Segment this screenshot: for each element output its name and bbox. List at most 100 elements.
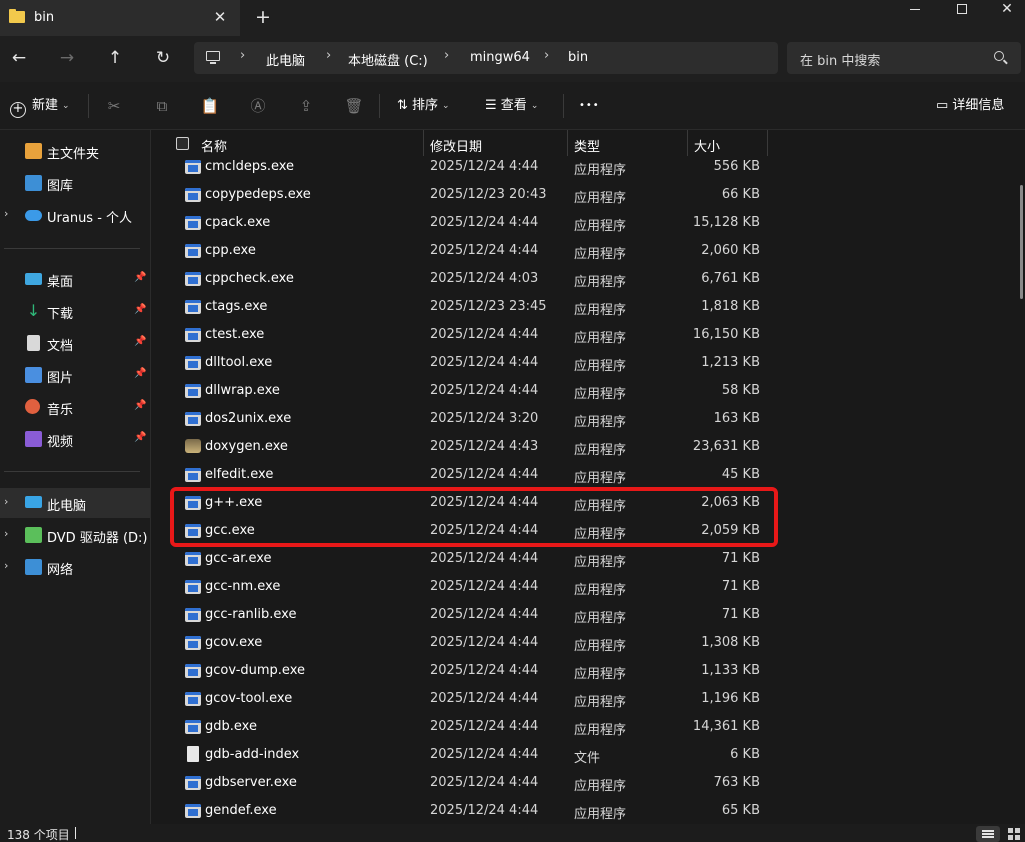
file-date: 2025/12/24 4:44 xyxy=(430,635,539,650)
column-header-date[interactable]: 修改日期 xyxy=(430,136,482,155)
maximize-button[interactable] xyxy=(939,0,985,28)
file-row[interactable]: doxygen.exe 2025/12/24 4:43 应用程序 23,631 KB xyxy=(152,434,1025,462)
select-all-checkbox[interactable] xyxy=(176,137,189,150)
file-date: 2025/12/24 4:03 xyxy=(430,271,539,286)
file-name: cpack.exe xyxy=(205,215,271,230)
sidebar-item-videos[interactable]: 视频 📌 xyxy=(0,424,150,454)
paste-icon[interactable]: 📋 xyxy=(200,96,220,116)
pin-icon[interactable]: 📌 xyxy=(134,336,146,347)
file-name: doxygen.exe xyxy=(205,439,288,454)
view-button[interactable]: ☰ 查看 ⌄ xyxy=(485,94,538,118)
copy-icon[interactable]: ⧉ xyxy=(152,96,172,116)
cut-icon[interactable]: ✂ xyxy=(104,96,124,116)
file-row[interactable]: dos2unix.exe 2025/12/24 3:20 应用程序 163 KB xyxy=(152,406,1025,434)
chevron-right-icon[interactable]: › xyxy=(544,48,549,63)
sort-button[interactable]: ⇅ 排序 ⌄ xyxy=(397,94,450,118)
file-row[interactable]: dlltool.exe 2025/12/24 4:44 应用程序 1,213 KB xyxy=(152,350,1025,378)
file-row[interactable]: gcc-nm.exe 2025/12/24 4:44 应用程序 71 KB xyxy=(152,574,1025,602)
close-tab-icon[interactable]: ✕ xyxy=(211,6,229,28)
file-row[interactable]: gcc-ranlib.exe 2025/12/24 4:44 应用程序 71 KB xyxy=(152,602,1025,630)
pin-icon[interactable]: 📌 xyxy=(134,432,146,443)
sidebar-item-documents[interactable]: 文档 📌 xyxy=(0,328,150,358)
minimize-button[interactable] xyxy=(892,0,938,28)
chevron-right-icon[interactable]: › xyxy=(240,48,245,63)
sidebar-item-label: 桌面 xyxy=(47,275,74,290)
file-name: ctest.exe xyxy=(205,327,265,342)
forward-button[interactable]: → xyxy=(54,46,80,70)
chevron-right-icon[interactable]: › xyxy=(444,48,449,63)
chevron-right-icon[interactable]: › xyxy=(4,559,8,572)
file-row[interactable]: ctest.exe 2025/12/24 4:44 应用程序 16,150 KB xyxy=(152,322,1025,350)
details-pane-button[interactable]: ▭ 详细信息 xyxy=(936,94,1004,118)
file-row[interactable]: gcc-ar.exe 2025/12/24 4:44 应用程序 71 KB xyxy=(152,546,1025,574)
column-divider[interactable] xyxy=(567,130,568,156)
file-row[interactable]: cppcheck.exe 2025/12/24 4:03 应用程序 6,761 KB xyxy=(152,266,1025,294)
pin-icon[interactable]: 📌 xyxy=(134,368,146,379)
file-row[interactable]: copypedeps.exe 2025/12/23 20:43 应用程序 66 KB xyxy=(152,182,1025,210)
file-row[interactable]: gcov-tool.exe 2025/12/24 4:44 应用程序 1,196 KB xyxy=(152,686,1025,714)
sidebar-item-network[interactable]: › 网络 xyxy=(0,552,150,582)
file-row[interactable]: gdb-add-index 2025/12/24 4:44 文件 6 KB xyxy=(152,742,1025,770)
application-icon xyxy=(185,188,201,202)
details-view-button[interactable] xyxy=(976,826,1000,842)
chevron-right-icon[interactable]: › xyxy=(4,495,8,508)
file-row[interactable]: dllwrap.exe 2025/12/24 4:44 应用程序 58 KB xyxy=(152,378,1025,406)
chevron-right-icon[interactable]: › xyxy=(326,48,331,63)
new-button[interactable]: + 新建 ⌄ xyxy=(10,94,70,118)
new-tab-button[interactable]: + xyxy=(254,6,272,28)
address-bar[interactable]: › 此电脑 › 本地磁盘 (C:) › mingw64 › bin xyxy=(194,42,778,74)
vertical-scrollbar[interactable] xyxy=(1020,185,1023,299)
file-row[interactable]: cpack.exe 2025/12/24 4:44 应用程序 15,128 KB xyxy=(152,210,1025,238)
file-row[interactable]: gdbserver.exe 2025/12/24 4:44 应用程序 763 KB xyxy=(152,770,1025,798)
sidebar-item-downloads[interactable]: ↓ 下载 📌 xyxy=(0,296,150,326)
column-header-size[interactable]: 大小 xyxy=(694,136,720,155)
chevron-right-icon[interactable]: › xyxy=(4,207,8,220)
column-divider[interactable] xyxy=(687,130,688,156)
sidebar-item-home[interactable]: 主文件夹 xyxy=(0,136,150,166)
close-window-button[interactable]: ✕ xyxy=(984,0,1025,28)
breadcrumb-bin[interactable]: bin xyxy=(568,50,588,65)
breadcrumb-this-pc[interactable]: 此电脑 xyxy=(266,50,305,69)
file-row[interactable]: gcov-dump.exe 2025/12/24 4:44 应用程序 1,133 KB xyxy=(152,658,1025,686)
column-divider[interactable] xyxy=(423,130,424,156)
tiles-view-button[interactable] xyxy=(1007,827,1021,841)
file-row[interactable]: elfedit.exe 2025/12/24 4:44 应用程序 45 KB xyxy=(152,462,1025,490)
file-row[interactable]: gendef.exe 2025/12/24 4:44 应用程序 65 KB xyxy=(152,798,1025,824)
sidebar-item-this-pc[interactable]: › 此电脑 xyxy=(0,488,150,518)
column-header-name[interactable]: 名称 xyxy=(201,136,227,155)
back-button[interactable]: ← xyxy=(6,46,32,70)
share-icon[interactable]: ⇪ xyxy=(296,96,316,116)
search-input[interactable]: 在 bin 中搜索 xyxy=(787,42,1021,74)
more-options-button[interactable]: ••• xyxy=(579,94,600,118)
chevron-right-icon[interactable]: › xyxy=(4,527,8,540)
file-size: 2,063 KB xyxy=(701,495,760,510)
sidebar-item-pictures[interactable]: 图片 📌 xyxy=(0,360,150,390)
tab-bin[interactable]: bin ✕ xyxy=(0,0,240,36)
breadcrumb-local-disk[interactable]: 本地磁盘 (C:) xyxy=(348,50,428,69)
up-button[interactable]: ↑ xyxy=(102,46,128,70)
download-icon: ↓ xyxy=(26,301,41,320)
sidebar-item-gallery[interactable]: 图库 xyxy=(0,168,150,198)
refresh-button[interactable]: ↻ xyxy=(150,46,176,70)
file-date: 2025/12/24 4:44 xyxy=(430,747,539,762)
sidebar-item-desktop[interactable]: 桌面 📌 xyxy=(0,264,150,294)
column-header-type[interactable]: 类型 xyxy=(574,136,600,155)
file-row[interactable]: g++.exe 2025/12/24 4:44 应用程序 2,063 KB xyxy=(152,490,1025,518)
rename-icon[interactable]: Ⓐ xyxy=(248,96,268,116)
delete-icon[interactable]: 🗑 xyxy=(344,96,364,116)
sidebar-item-dvd-drive[interactable]: › DVD 驱动器 (D:) E xyxy=(0,520,150,550)
file-row[interactable]: gcov.exe 2025/12/24 4:44 应用程序 1,308 KB xyxy=(152,630,1025,658)
sidebar-item-onedrive[interactable]: › Uranus - 个人 xyxy=(0,200,150,230)
sidebar-item-music[interactable]: 音乐 📌 xyxy=(0,392,150,422)
toolbar-divider xyxy=(563,94,564,118)
file-row[interactable]: ctags.exe 2025/12/23 23:45 应用程序 1,818 KB xyxy=(152,294,1025,322)
pin-icon[interactable]: 📌 xyxy=(134,304,146,315)
file-row[interactable]: cpp.exe 2025/12/24 4:44 应用程序 2,060 KB xyxy=(152,238,1025,266)
pin-icon[interactable]: 📌 xyxy=(134,400,146,411)
column-divider[interactable] xyxy=(767,130,768,156)
file-row[interactable]: gdb.exe 2025/12/24 4:44 应用程序 14,361 KB xyxy=(152,714,1025,742)
pin-icon[interactable]: 📌 xyxy=(134,272,146,283)
file-row[interactable]: gcc.exe 2025/12/24 4:44 应用程序 2,059 KB xyxy=(152,518,1025,546)
breadcrumb-mingw64[interactable]: mingw64 xyxy=(470,50,530,65)
file-row[interactable]: cmcldeps.exe 2025/12/24 4:44 应用程序 556 KB xyxy=(152,154,1025,182)
